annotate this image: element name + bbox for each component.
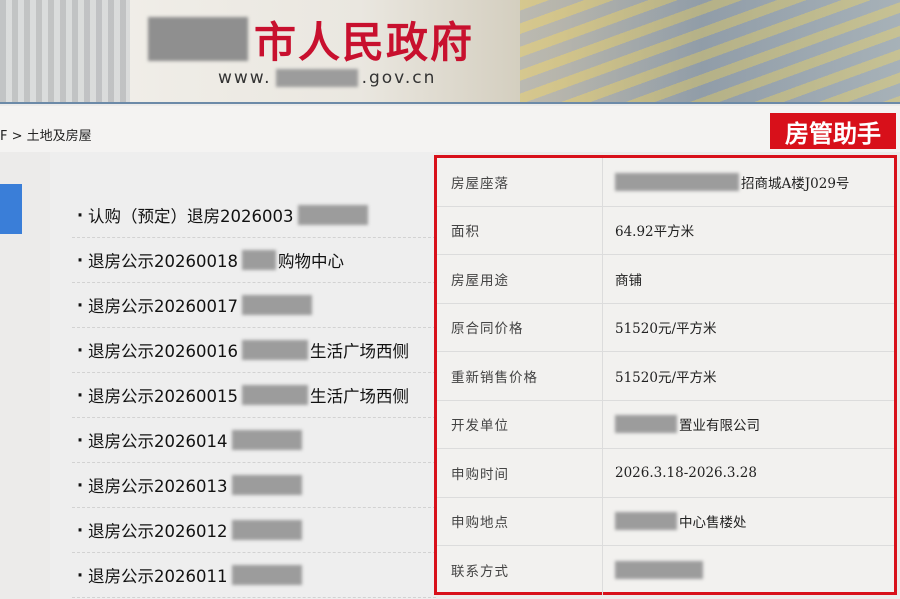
list-item-title: 退房公示2026011: [88, 567, 228, 586]
redacted-address: [615, 172, 739, 191]
list-item[interactable]: · 退房公示2026012: [72, 508, 436, 553]
info-value: 64.92平方米: [615, 224, 695, 241]
url-prefix: www.: [218, 68, 272, 88]
bullet: ·: [76, 385, 84, 405]
info-value: [603, 561, 705, 580]
bullet: ·: [76, 430, 84, 450]
list-item-title: 退房公示2026012: [88, 522, 228, 541]
info-value: 2026.3.18-2026.3.28: [615, 464, 757, 481]
redacted-url-domain: [275, 69, 358, 87]
header-divider: [0, 102, 900, 104]
bullet: ·: [76, 205, 84, 225]
info-row-contact: 联系方式: [437, 546, 894, 595]
list-item-suffix: 购物中心: [277, 252, 344, 271]
bullet: ·: [76, 250, 84, 270]
redacted-place: [615, 512, 677, 531]
list-item[interactable]: · 退房公示20260017: [72, 283, 436, 328]
list-item[interactable]: · 退房公示20260018 购物中心: [72, 238, 436, 283]
info-value: 商铺: [615, 272, 642, 289]
redacted-location: [241, 340, 308, 360]
list-item[interactable]: · 退房公示2026011: [72, 553, 436, 598]
info-value: 51520元/平方米: [615, 321, 717, 338]
info-label: 申购地点: [437, 497, 603, 545]
redacted-developer: [615, 415, 677, 434]
info-row-apply-location: 申购地点 中心售楼处: [437, 497, 894, 546]
list-item-title: 退房公示20260016: [88, 342, 238, 361]
bullet: ·: [76, 475, 84, 495]
list-item-suffix: 生活广场西侧: [309, 342, 409, 361]
bullet: ·: [76, 520, 84, 540]
list-item-title: 退房公示20260017: [88, 297, 238, 316]
info-label: 房屋座落: [437, 158, 603, 206]
info-row-original-price: 原合同价格 51520元/平方米: [437, 303, 894, 352]
info-value-text: 招商城A楼J029号: [741, 175, 850, 192]
list-item-suffix: 生活广场西侧: [309, 387, 409, 406]
info-label: 原合同价格: [437, 303, 603, 351]
redacted-location: [241, 250, 276, 270]
info-label: 面积: [437, 206, 603, 254]
property-info-table: 房屋座落 招商城A楼J029号 面积 64.92平方米 房屋用途 商铺 原合同价…: [434, 155, 897, 595]
info-row-area: 面积 64.92平方米: [437, 206, 894, 255]
site-title[interactable]: 市人民政府: [148, 14, 474, 67]
info-value: 中心售楼处: [603, 511, 747, 531]
info-row-location: 房屋座落 招商城A楼J029号: [437, 158, 894, 207]
sidebar-tab-active[interactable]: [0, 184, 22, 234]
notice-list: · 认购（预定）退房2026003 · 退房公示20260018 购物中心 · …: [50, 152, 436, 599]
info-label: 重新销售价格: [437, 352, 603, 400]
breadcrumb[interactable]: F > 土地及房屋: [0, 125, 92, 144]
header-photo-left: [0, 0, 130, 104]
redacted-location: [231, 565, 302, 585]
info-value: 51520元/平方米: [615, 369, 717, 386]
list-item-title: 认购（预定）退房2026003: [88, 207, 294, 226]
redacted-contact: [615, 561, 703, 580]
info-value-text: 中心售楼处: [679, 515, 747, 532]
redacted-location: [297, 205, 368, 225]
list-item-title: 退房公示2026013: [88, 477, 228, 496]
header-photo-right: [520, 0, 900, 104]
info-label: 申购时间: [437, 449, 603, 497]
list-item[interactable]: · 退房公示2026014: [72, 418, 436, 463]
url-suffix: .gov.cn: [361, 68, 437, 88]
redacted-location: [231, 430, 302, 450]
info-row-apply-time: 申购时间 2026.3.18-2026.3.28: [437, 449, 894, 498]
site-url: www. .gov.cn: [218, 68, 436, 88]
list-item[interactable]: · 退房公示20260015 生活广场西侧: [72, 373, 436, 418]
list-item-title: 退房公示20260018: [88, 252, 238, 271]
info-label: 联系方式: [437, 546, 603, 595]
site-title-text: 市人民政府: [254, 17, 475, 67]
watermark-badge: 房管助手: [770, 113, 896, 149]
redacted-location: [241, 295, 312, 315]
site-header: 市人民政府 www. .gov.cn: [0, 0, 900, 104]
bullet: ·: [76, 565, 84, 585]
bullet: ·: [76, 295, 84, 315]
list-item-title: 退房公示2026014: [88, 432, 228, 451]
info-row-developer: 开发单位 置业有限公司: [437, 400, 894, 449]
info-label: 开发单位: [437, 400, 603, 448]
redacted-location: [241, 385, 308, 405]
info-value: 置业有限公司: [603, 414, 760, 434]
list-item[interactable]: · 认购（预定）退房2026003: [72, 193, 436, 238]
info-value: 招商城A楼J029号: [603, 172, 849, 192]
info-row-usage: 房屋用途 商铺: [437, 255, 894, 304]
info-value-text: 置业有限公司: [679, 418, 760, 435]
list-item[interactable]: · 退房公示20260016 生活广场西侧: [72, 328, 436, 373]
redacted-location: [231, 520, 302, 540]
info-label: 房屋用途: [437, 255, 603, 303]
list-item-title: 退房公示20260015: [88, 387, 238, 406]
info-row-resale-price: 重新销售价格 51520元/平方米: [437, 352, 894, 401]
breadcrumb-bar: F > 土地及房屋: [0, 106, 900, 152]
bullet: ·: [76, 340, 84, 360]
list-item[interactable]: · 退房公示2026013: [72, 463, 436, 508]
redacted-city-name: [148, 17, 248, 61]
redacted-location: [231, 475, 302, 495]
